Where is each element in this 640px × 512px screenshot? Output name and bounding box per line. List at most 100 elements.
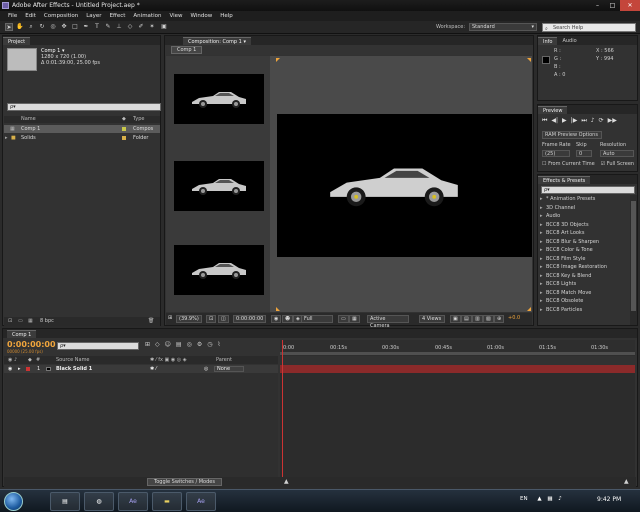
snapping-toggle-icon[interactable]: ▣: [160, 23, 168, 31]
mute-audio-icon[interactable]: ♪: [591, 117, 595, 125]
effects-category[interactable]: BCC8 Particles: [540, 306, 630, 314]
frame-rate-select[interactable]: (25): [542, 150, 570, 157]
video-visibility-icon[interactable]: ◉: [8, 365, 12, 373]
taskbar-clock[interactable]: 9:42 PM: [597, 496, 621, 503]
draft-3d-icon[interactable]: ◇: [155, 341, 160, 348]
roto-brush-tool-icon[interactable]: ✐: [137, 23, 145, 31]
column-source-name[interactable]: Source Name: [56, 356, 90, 364]
menu-file[interactable]: File: [4, 13, 21, 19]
effects-scrollbar[interactable]: [630, 195, 637, 325]
snapshot-icon[interactable]: ◉: [271, 315, 282, 323]
timeline-track-area[interactable]: [280, 373, 635, 477]
loop-icon[interactable]: ⟳: [599, 117, 604, 125]
graph-editor-icon[interactable]: ⌇: [217, 341, 220, 348]
timeline-search-input[interactable]: ρ▾: [57, 342, 139, 350]
effects-category[interactable]: BCC8 Art Looks: [540, 229, 630, 237]
network-icon[interactable]: ▦: [547, 496, 552, 502]
safe-zones-icon[interactable]: ⊡: [206, 315, 217, 323]
label-swatch[interactable]: [122, 127, 126, 131]
av-features-icon[interactable]: ◉ ♪: [8, 356, 17, 364]
selection-tool-icon[interactable]: ➤: [5, 23, 13, 31]
language-indicator[interactable]: EN: [520, 496, 528, 502]
effects-category[interactable]: Audio: [540, 212, 630, 220]
time-ruler[interactable]: 0:00 00:15s 00:30s 00:45s 01:00s 01:15s …: [280, 340, 635, 356]
effects-category[interactable]: * Animation Presets: [540, 195, 630, 203]
work-area-bar[interactable]: [280, 352, 635, 355]
comp-mini-flowchart-icon[interactable]: ⊞: [145, 341, 150, 348]
first-frame-icon[interactable]: ⏮: [542, 117, 547, 125]
flowchart-icon[interactable]: ▧: [483, 315, 494, 323]
resolution-select[interactable]: Full: [301, 315, 333, 323]
tab-audio[interactable]: Audio: [557, 37, 581, 45]
clone-stamp-tool-icon[interactable]: ⊥: [115, 23, 123, 31]
rectangle-tool-icon[interactable]: □: [71, 23, 79, 31]
expand-layer-icon[interactable]: ▸: [18, 365, 21, 373]
camera-select[interactable]: Active Camera: [367, 315, 409, 329]
view-pane-top[interactable]: [174, 74, 264, 124]
effects-category[interactable]: BCC8 Lights: [540, 280, 630, 288]
show-snapshot-icon[interactable]: ☻: [282, 315, 294, 323]
effects-category[interactable]: BCC8 Color & Tone: [540, 246, 630, 254]
close-button[interactable]: ✕: [620, 0, 640, 11]
layer-name[interactable]: Black Solid 1: [56, 365, 92, 373]
folder-taskbar-icon[interactable]: ▬: [152, 492, 182, 511]
effects-category[interactable]: BCC8 3D Objects: [540, 221, 630, 229]
comp-breadcrumb[interactable]: Comp 1: [171, 46, 203, 54]
region-of-interest-icon[interactable]: ▭: [338, 315, 349, 323]
toggle-pixel-aspect-icon[interactable]: ▣: [450, 315, 461, 323]
column-parent[interactable]: Parent: [216, 356, 232, 364]
layer-duration-bar[interactable]: [280, 365, 635, 373]
menu-window[interactable]: Window: [187, 13, 217, 19]
skip-select[interactable]: 0: [576, 150, 592, 157]
interpret-footage-icon[interactable]: ⊡: [8, 317, 12, 326]
puppet-pin-tool-icon[interactable]: ✶: [148, 23, 156, 31]
new-folder-icon[interactable]: ▭: [18, 317, 23, 326]
resolution-select[interactable]: Auto: [600, 150, 634, 157]
motion-blur-icon[interactable]: ◎: [187, 341, 192, 348]
timeline-icon[interactable]: ▥: [472, 315, 483, 323]
label-column-icon[interactable]: ◆: [122, 116, 126, 123]
firefox-taskbar-icon[interactable]: ◍: [84, 492, 114, 511]
view-pane-main[interactable]: [277, 114, 532, 257]
last-frame-icon[interactable]: ⏭: [581, 117, 586, 125]
eraser-tool-icon[interactable]: ◇: [126, 23, 134, 31]
bit-depth-button[interactable]: 8 bpc: [40, 317, 54, 326]
minimize-button[interactable]: –: [590, 0, 605, 11]
ram-preview-options-select[interactable]: RAM Preview Options: [542, 131, 602, 139]
view-pane-middle[interactable]: [174, 161, 264, 211]
effects-category[interactable]: BCC8 Blur & Sharpen: [540, 238, 630, 246]
tray-show-hidden-icon[interactable]: ▲: [537, 496, 541, 502]
after-effects-taskbar-icon-2[interactable]: Ae: [186, 492, 216, 511]
transparency-grid-icon[interactable]: ▦: [349, 315, 360, 323]
hand-tool-icon[interactable]: ✋: [16, 23, 24, 31]
camera-tool-icon[interactable]: ◎: [49, 23, 57, 31]
tab-effects-presets[interactable]: Effects & Presets: [538, 176, 591, 184]
menu-composition[interactable]: Composition: [40, 13, 82, 19]
menu-effect[interactable]: Effect: [106, 13, 130, 19]
menu-animation[interactable]: Animation: [129, 13, 165, 19]
menu-help[interactable]: Help: [216, 13, 237, 19]
zoom-tool-icon[interactable]: ⌕: [27, 23, 35, 31]
project-item-comp[interactable]: ▦ Comp 1 Compos: [4, 125, 160, 133]
after-effects-taskbar-icon[interactable]: Ae: [118, 492, 148, 511]
pan-behind-tool-icon[interactable]: ✥: [60, 23, 68, 31]
full-screen-checkbox[interactable]: ☑ Full Screen: [601, 161, 634, 167]
auto-keyframe-icon[interactable]: ◷: [207, 341, 212, 348]
effects-category[interactable]: BCC8 Key & Blend: [540, 272, 630, 280]
tab-comp-timeline[interactable]: Comp 1: [7, 330, 37, 338]
parent-select[interactable]: None: [214, 366, 244, 372]
brush-tool-icon[interactable]: ✎: [104, 23, 112, 31]
tab-composition[interactable]: Composition: Comp 1 ▾: [183, 37, 251, 45]
column-type[interactable]: Type: [133, 116, 144, 123]
toggle-switches-modes-button[interactable]: Toggle Switches / Modes: [147, 478, 222, 486]
effects-category[interactable]: BCC8 Match Move: [540, 289, 630, 297]
zoom-in-icon[interactable]: ▲: [624, 478, 629, 485]
label-icon[interactable]: ◆: [28, 356, 32, 364]
tab-preview[interactable]: Preview: [538, 106, 568, 114]
ram-preview-icon[interactable]: ▶▶: [608, 117, 617, 125]
windows-explorer-taskbar-icon[interactable]: ▤: [50, 492, 80, 511]
pen-tool-icon[interactable]: ✒: [82, 23, 90, 31]
current-time-indicator[interactable]: [282, 340, 283, 477]
parent-pickwhip-icon[interactable]: ◎: [204, 365, 208, 373]
view-layout-select[interactable]: 4 Views: [419, 315, 445, 323]
